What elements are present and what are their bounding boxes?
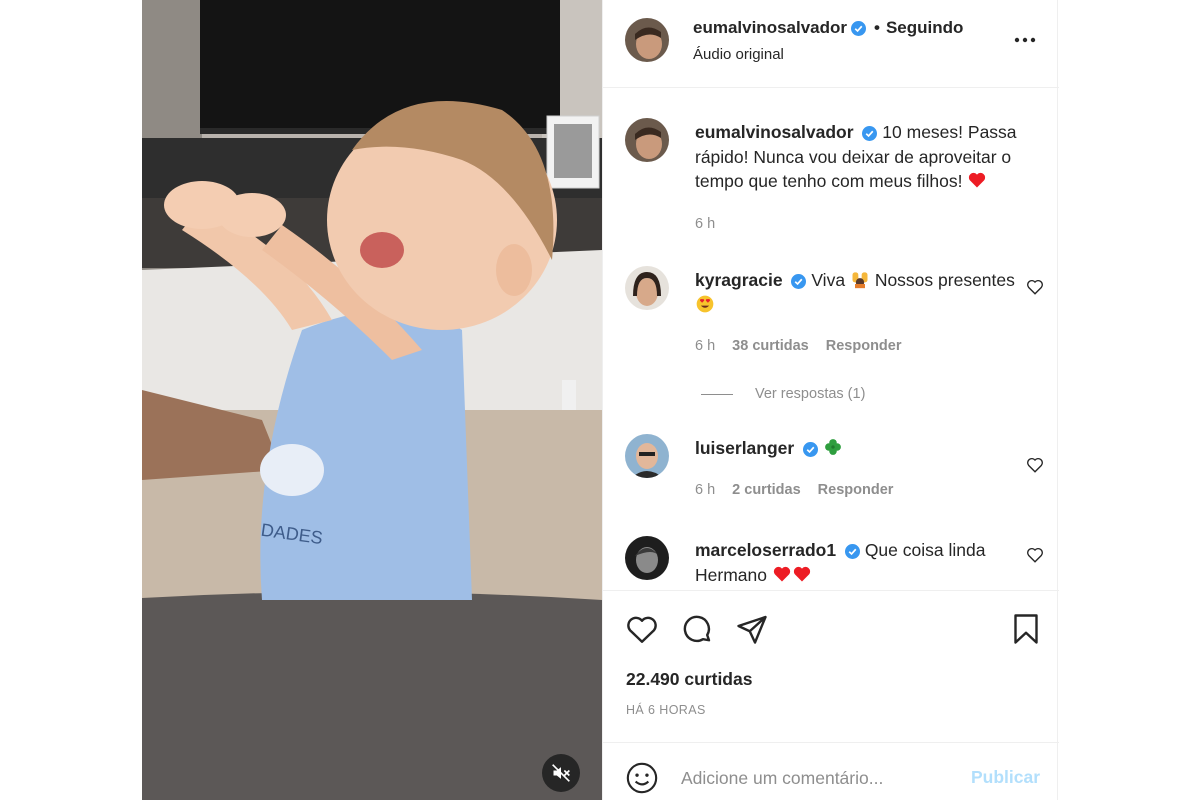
reply-button[interactable]: Responder	[818, 482, 894, 498]
emoji-icon[interactable]	[625, 761, 659, 795]
caption-time: 6 h	[695, 216, 716, 232]
like-comment-heart-icon[interactable]	[1026, 278, 1044, 296]
post-video[interactable]: DADES	[142, 0, 602, 800]
commenter-username[interactable]: luiserlanger	[695, 438, 794, 458]
comment-input[interactable]	[681, 765, 961, 791]
verified-icon	[862, 125, 878, 141]
author-username[interactable]: eumalvinosalvador	[693, 18, 847, 38]
more-options-icon[interactable]	[1013, 28, 1037, 52]
likes-count[interactable]: 22.490 curtidas	[626, 669, 752, 690]
post-actions: 22.490 curtidas HÁ 6 HORAS	[603, 590, 1059, 740]
comment-body-end: Nossos presentes	[874, 270, 1015, 290]
like-comment-heart-icon[interactable]	[1026, 546, 1044, 564]
bookmark-icon[interactable]	[1008, 611, 1044, 647]
verified-icon	[844, 543, 860, 559]
comment-text: luiserlanger	[695, 436, 1029, 461]
view-replies-button[interactable]: Ver respostas (1)	[701, 386, 865, 402]
caption-meta: 6 h	[695, 216, 715, 232]
heart-emoji	[969, 172, 986, 188]
verified-icon	[803, 441, 819, 457]
comment-likes[interactable]: 2 curtidas	[732, 482, 801, 498]
following-button[interactable]: Seguindo	[886, 18, 963, 38]
post-header: eumalvinosalvador • Seguindo Áudio origi…	[603, 0, 1059, 88]
raising-hands-emoji	[852, 272, 868, 289]
replies-divider	[701, 393, 733, 395]
heart-eyes-emoji	[696, 295, 714, 312]
post-timestamp[interactable]: HÁ 6 HORAS	[626, 703, 706, 717]
commenter-username[interactable]: marceloserrado1	[695, 540, 836, 560]
comment-time: 6 h	[695, 338, 716, 354]
verified-icon	[851, 20, 867, 36]
view-replies-label: Ver respostas (1)	[755, 386, 866, 402]
comment-icon[interactable]	[679, 611, 715, 647]
comment-text: kyragracie Viva Nossos presentes	[695, 268, 1015, 317]
reply-button[interactable]: Responder	[826, 338, 902, 354]
verified-icon	[791, 273, 807, 289]
author-avatar[interactable]	[625, 18, 669, 62]
video-frame: DADES	[142, 0, 602, 800]
caption-username[interactable]: eumalvinosalvador	[695, 122, 854, 142]
heart-emoji	[773, 566, 790, 581]
commenter-username[interactable]: kyragracie	[695, 270, 783, 290]
share-icon[interactable]	[734, 611, 770, 647]
comment-meta: 6 h 2 curtidas Responder	[695, 482, 893, 498]
comment-likes[interactable]: 38 curtidas	[732, 338, 809, 354]
clover-emoji	[825, 439, 841, 455]
post-side-panel: eumalvinosalvador • Seguindo Áudio origi…	[602, 0, 1059, 800]
comment-time: 6 h	[695, 482, 716, 498]
mute-icon	[552, 764, 570, 782]
original-audio-link[interactable]: Áudio original	[693, 46, 784, 63]
publish-button[interactable]: Publicar	[971, 767, 1040, 788]
commenter-avatar[interactable]	[625, 536, 669, 580]
comment-body-start: Viva	[811, 270, 846, 290]
like-comment-heart-icon[interactable]	[1026, 456, 1044, 474]
mute-button[interactable]	[542, 754, 580, 792]
commenter-avatar[interactable]	[625, 266, 669, 310]
separator-dot: •	[874, 18, 880, 37]
comments-list[interactable]: eumalvinosalvador 10 meses! Passa rápido…	[603, 88, 1059, 590]
comment-form: Publicar	[603, 742, 1059, 800]
caption-text: eumalvinosalvador 10 meses! Passa rápido…	[695, 120, 1029, 194]
comment-meta: 6 h 38 curtidas Responder	[695, 338, 902, 354]
heart-icon[interactable]	[624, 611, 660, 647]
commenter-avatar[interactable]	[625, 434, 669, 478]
heart-emoji	[793, 566, 810, 581]
comment-text: marceloserrado1 Que coisa linda Hermano	[695, 538, 1015, 587]
author-avatar[interactable]	[625, 118, 669, 162]
